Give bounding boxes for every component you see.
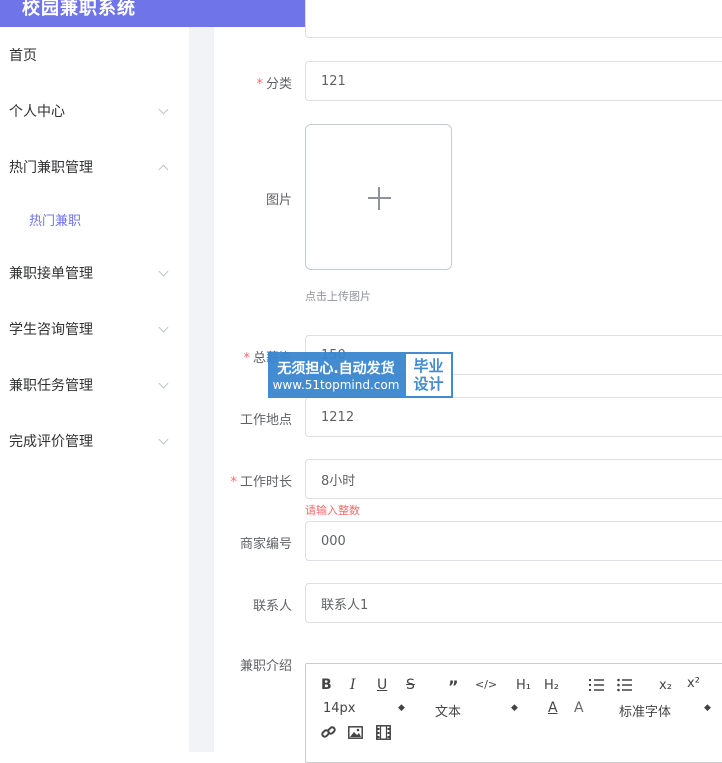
- subscript-button[interactable]: x₂: [659, 678, 672, 693]
- sidebar-item-label: 热门兼职管理: [9, 160, 93, 176]
- image-label: 图片: [265, 193, 292, 208]
- sidebar-item-label: 兼职接单管理: [9, 266, 93, 282]
- font-family-select[interactable]: 标准字体: [619, 701, 671, 720]
- list-bullet-icon[interactable]: [617, 678, 632, 692]
- app-title: 校园兼职系统: [22, 0, 136, 19]
- image-upload-hint: 点击上传图片: [305, 290, 371, 303]
- superscript-button[interactable]: x²: [687, 676, 700, 691]
- sidebar-item-home[interactable]: 首页: [0, 35, 189, 75]
- content-gutter: [189, 27, 214, 752]
- sidebar-subitem-label: 热门兼职: [29, 213, 82, 229]
- video-icon[interactable]: [376, 725, 391, 740]
- quote-button[interactable]: ”: [448, 677, 459, 696]
- text-style-select[interactable]: 文本: [435, 701, 461, 720]
- font-color-button[interactable]: A: [548, 700, 558, 716]
- duration-label: * 工作时长: [230, 475, 292, 490]
- list-ordered-icon[interactable]: [589, 678, 604, 692]
- image-upload-button[interactable]: [305, 124, 452, 270]
- watermark-url: www.51topmind.com: [272, 378, 400, 392]
- select-arrows-icon: ◆: [704, 703, 711, 713]
- sidebar-item-profile[interactable]: 个人中心: [0, 91, 189, 131]
- sidebar-item-label: 首页: [9, 48, 37, 64]
- merchant-input[interactable]: 000: [305, 521, 722, 561]
- chevron-up-icon: [158, 164, 169, 175]
- sidebar-item-reviews[interactable]: 完成评价管理: [0, 421, 189, 461]
- chevron-down-icon: [158, 104, 169, 115]
- duration-input[interactable]: 8小时: [305, 459, 722, 499]
- code-button[interactable]: </>: [475, 678, 497, 691]
- select-arrows-icon: ◆: [398, 703, 405, 713]
- sidebar-item-label: 兼职任务管理: [9, 378, 93, 394]
- sidebar-subitem-hot-job[interactable]: 热门兼职: [0, 201, 189, 237]
- contact-label: 联系人: [252, 599, 292, 614]
- previous-field-input[interactable]: [305, 0, 722, 38]
- contact-input[interactable]: 联系人1: [305, 583, 722, 623]
- underline-button[interactable]: U: [377, 677, 387, 693]
- sidebar-item-orders[interactable]: 兼职接单管理: [0, 253, 189, 293]
- intro-label: 兼职介绍: [239, 659, 292, 674]
- strike-button[interactable]: S: [406, 677, 415, 693]
- h1-button[interactable]: H₁: [516, 678, 531, 693]
- watermark-banner: 无须担心.自动发货 www.51topmind.com 毕业 设计: [268, 352, 453, 398]
- sidebar-item-tasks[interactable]: 兼职任务管理: [0, 365, 189, 405]
- chevron-down-icon: [158, 266, 169, 277]
- link-icon[interactable]: [321, 725, 336, 740]
- merchant-label: 商家编号: [239, 537, 292, 552]
- bold-button[interactable]: B: [321, 677, 332, 693]
- category-label: * 分类: [256, 77, 292, 92]
- h2-button[interactable]: H₂: [544, 678, 559, 693]
- chevron-down-icon: [158, 322, 169, 333]
- chevron-down-icon: [158, 378, 169, 389]
- sidebar-item-label: 学生咨询管理: [9, 322, 93, 338]
- italic-button[interactable]: I: [350, 677, 356, 693]
- sidebar-item-hot-jobs[interactable]: 热门兼职管理: [0, 147, 189, 187]
- watermark-badge: 毕业 设计: [404, 352, 453, 398]
- duration-error-message: 请输入整数: [305, 504, 360, 517]
- rich-text-editor[interactable]: B I U S ” </> H₁ H₂ x₂ x² 14px ◆ 文本 ◆ A …: [305, 663, 722, 763]
- select-arrows-icon: ◆: [511, 703, 518, 713]
- font-size-select[interactable]: 14px: [323, 701, 356, 716]
- sidebar: 首页 个人中心 热门兼职管理 热门兼职 兼职接单管理 学生咨询管理 兼职任务管理…: [0, 27, 189, 752]
- category-input[interactable]: 121: [305, 61, 722, 101]
- sidebar-item-consult[interactable]: 学生咨询管理: [0, 309, 189, 349]
- watermark-line1: 无须担心.自动发货: [277, 361, 395, 377]
- location-label: 工作地点: [239, 413, 292, 428]
- image-icon[interactable]: [348, 726, 363, 739]
- sidebar-item-label: 个人中心: [9, 104, 65, 120]
- background-color-icon[interactable]: A: [574, 700, 584, 716]
- sidebar-item-label: 完成评价管理: [9, 434, 93, 450]
- location-input[interactable]: 1212: [305, 397, 722, 437]
- chevron-down-icon: [158, 434, 169, 445]
